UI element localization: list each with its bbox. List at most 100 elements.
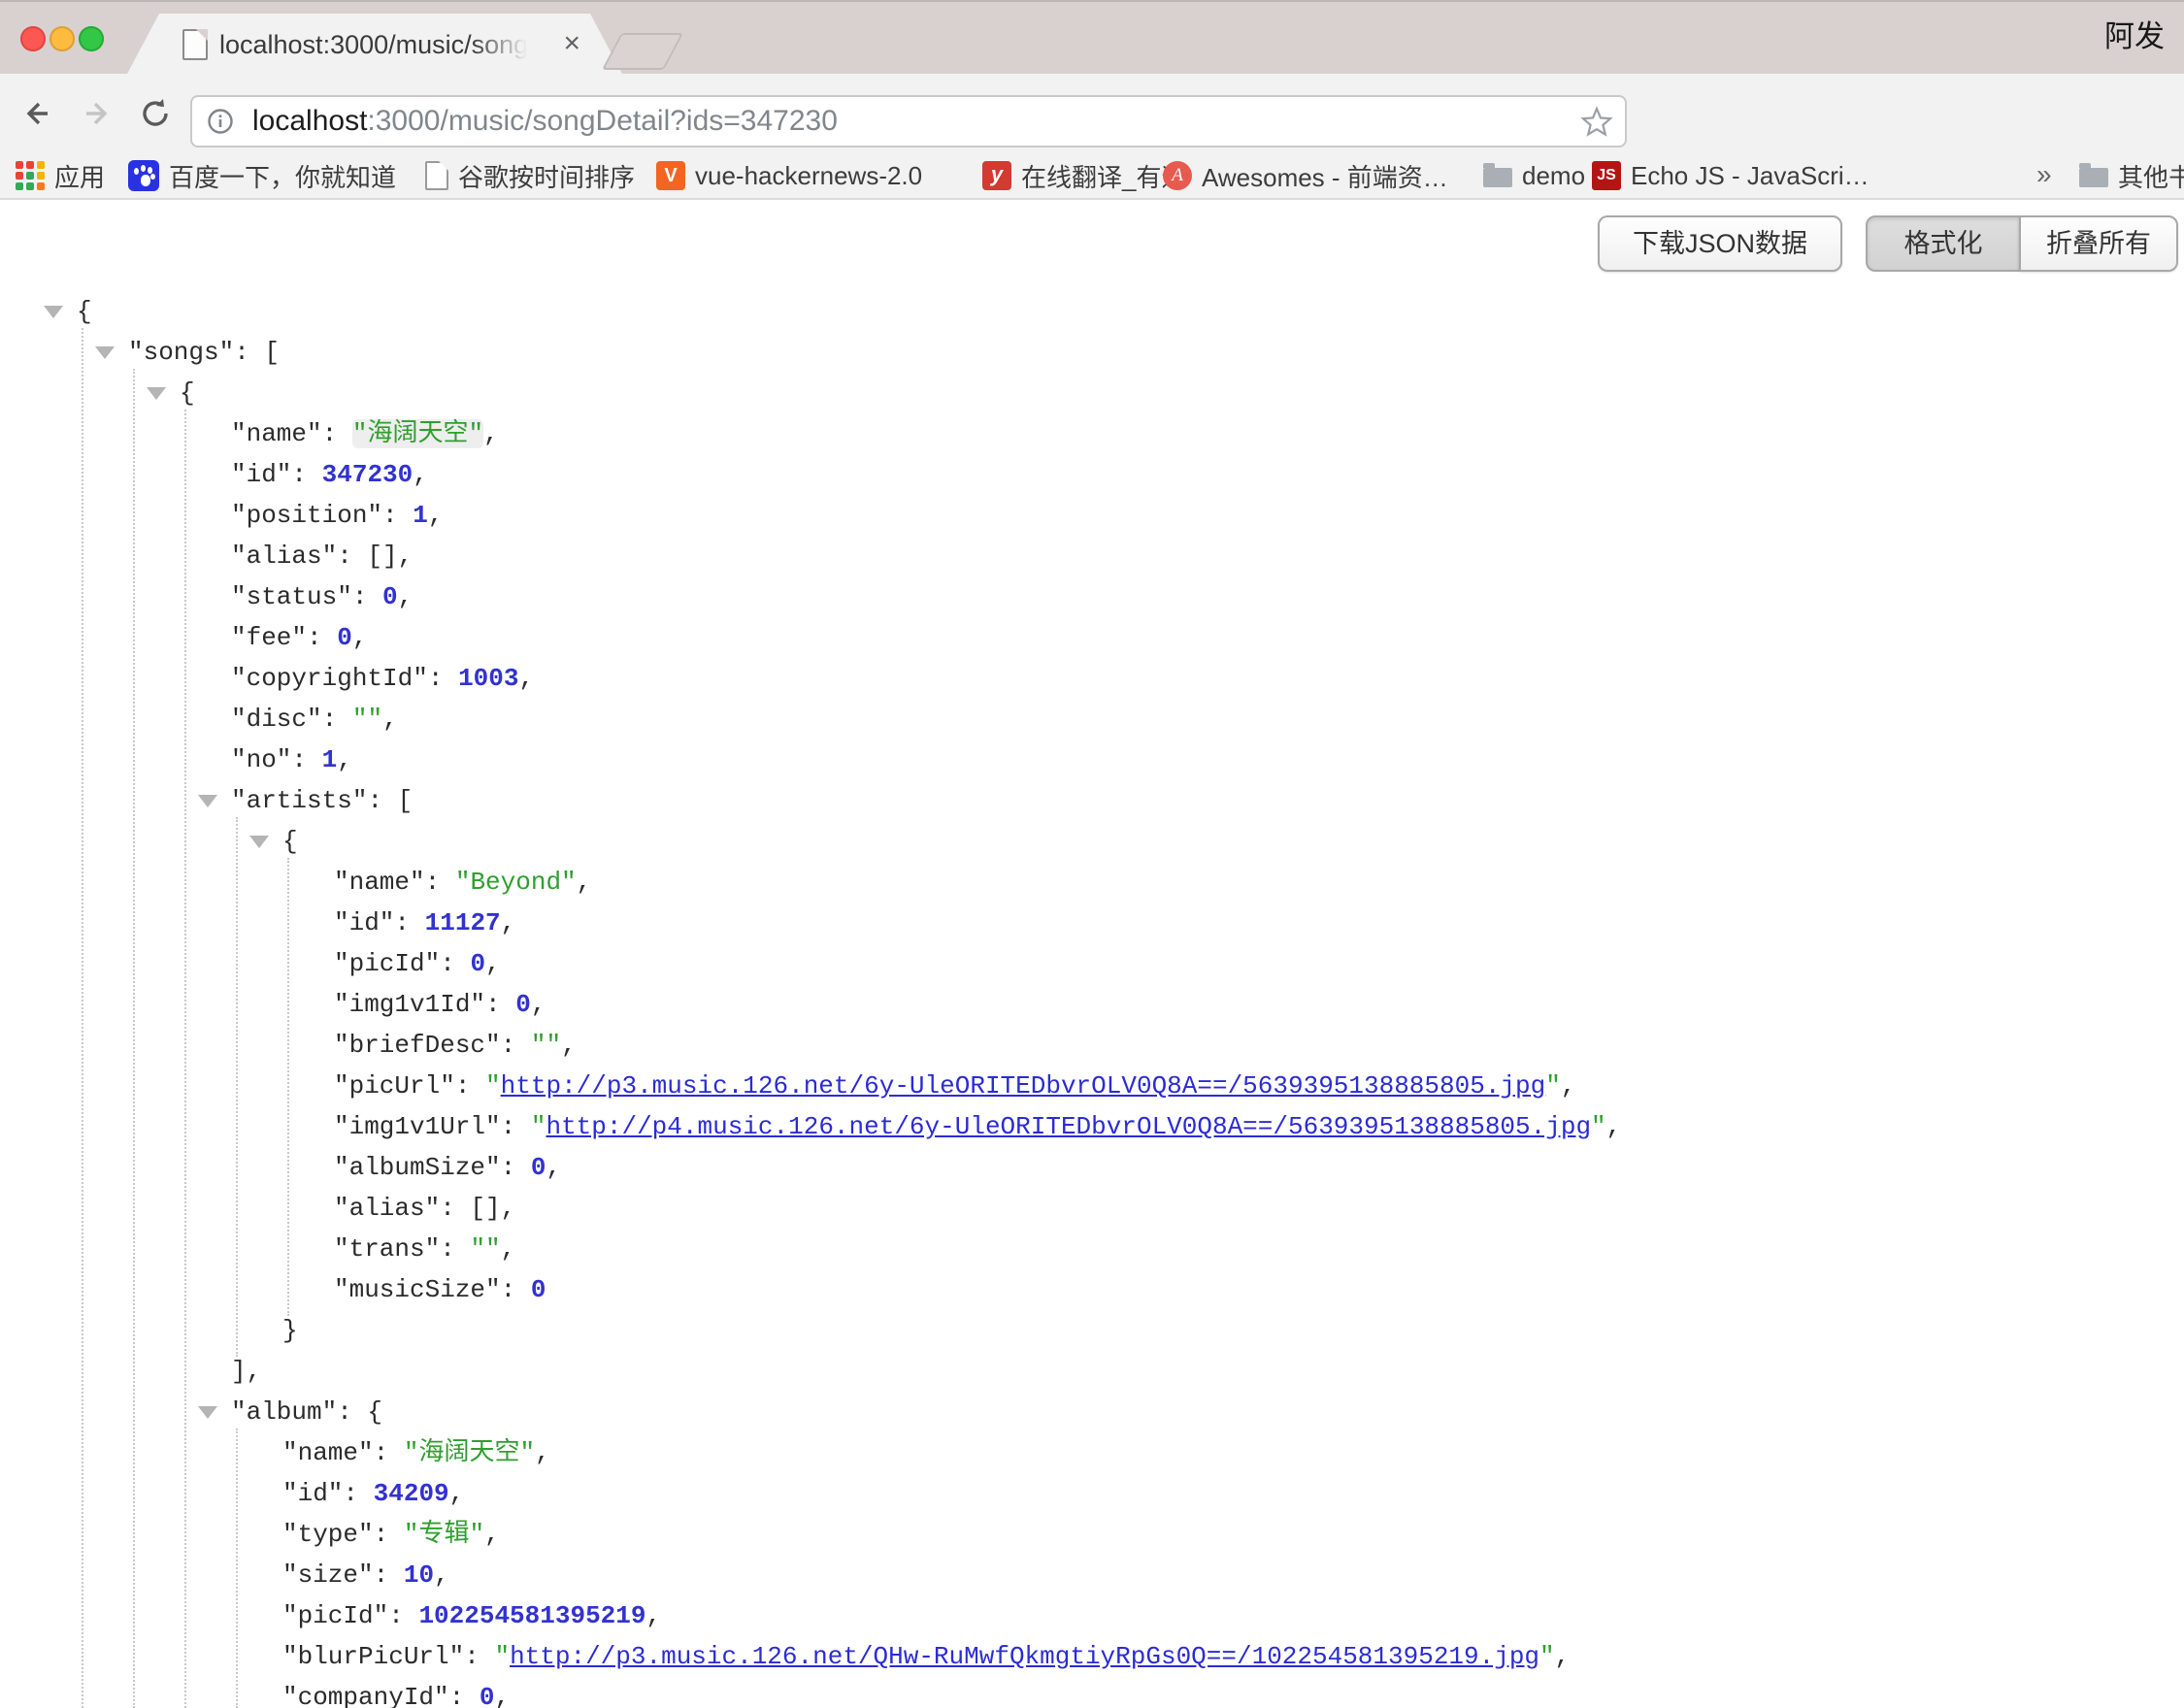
json-line: "albumSize": 0, (0, 1147, 2184, 1188)
json-url-value: "http://p3.music.126.net/QHw-RuMwfQkmgti… (494, 1642, 1554, 1671)
browser-tab[interactable]: localhost:3000/music/songDe × (126, 14, 623, 76)
bookmark-label: Echo JS - JavaScri… (1631, 161, 1870, 191)
json-punctuation: , (645, 1601, 661, 1630)
bookmark-item[interactable]: y在线翻译_有道 (982, 153, 1186, 198)
new-tab-button[interactable] (602, 33, 683, 70)
back-button[interactable] (19, 96, 54, 131)
json-key: "companyId" (282, 1683, 449, 1708)
json-key: "artists" (231, 786, 367, 815)
json-punctuation: , (561, 1031, 577, 1060)
json-punctuation: : (374, 1438, 404, 1467)
collapse-toggle-icon[interactable] (198, 795, 217, 807)
profile-name[interactable]: 阿发 (2104, 2, 2165, 76)
json-punctuation: , (501, 908, 516, 937)
view-mode-button-group: 格式化 折叠所有 (1866, 215, 2178, 272)
format-button[interactable]: 格式化 (1866, 215, 2021, 272)
json-number-value: 0 (382, 582, 398, 611)
json-key: "id" (231, 460, 291, 489)
json-punctuation: : (291, 745, 321, 774)
page-favicon-icon (182, 29, 208, 60)
json-key: "status" (231, 582, 352, 611)
json-key: "size" (282, 1560, 374, 1590)
json-punctuation: : (440, 1234, 470, 1264)
json-key: "albumSize" (334, 1153, 501, 1182)
browser-toolbar: localhost:3000/music/songDetail?ids=3472… (0, 74, 2184, 153)
json-punctuation: : (449, 1683, 480, 1708)
collapse-toggle-icon[interactable] (44, 306, 63, 318)
address-bar[interactable]: localhost:3000/music/songDetail?ids=3472… (190, 95, 1627, 148)
url-link[interactable]: http://p4.music.126.net/6y-UleORITEDbvrO… (546, 1112, 1591, 1141)
url-link[interactable]: http://p3.music.126.net/6y-UleORITEDbvrO… (501, 1071, 1546, 1100)
json-punctuation: : (291, 460, 321, 489)
json-punctuation: : (307, 623, 337, 652)
collapse-toggle-icon[interactable] (95, 346, 115, 359)
json-key: "fee" (231, 623, 307, 652)
json-line: "alias": [], (0, 1188, 2184, 1229)
json-key: "alias" (334, 1194, 440, 1223)
collapse-all-button[interactable]: 折叠所有 (2019, 215, 2178, 272)
json-key: "picUrl" (334, 1071, 455, 1100)
bookmark-item[interactable]: AAwesomes - 前端资… (1163, 153, 1448, 198)
json-line: "no": 1, (0, 739, 2184, 780)
collapse-toggle-icon[interactable] (198, 1406, 217, 1419)
json-punctuation: : (374, 1520, 404, 1549)
json-punctuation: , (428, 501, 444, 530)
json-number-value: 1 (322, 745, 338, 774)
json-key: "songs" (128, 338, 234, 367)
url-link[interactable]: http://p3.music.126.net/QHw-RuMwfQkmgtiy… (510, 1642, 1539, 1671)
json-line: "companyId": 0, (0, 1677, 2184, 1708)
close-window-button[interactable] (20, 26, 46, 51)
bookmark-item[interactable]: Vvue-hackernews-2.0 (656, 153, 922, 198)
json-punctuation: : (428, 664, 458, 693)
json-punctuation: , (352, 623, 368, 652)
indent-guide (236, 817, 238, 1357)
json-key: "disc" (231, 705, 322, 734)
reload-button[interactable] (138, 96, 173, 131)
other-bookmarks-folder[interactable]: 其他书签 (2079, 153, 2184, 198)
fullscreen-window-button[interactable] (79, 26, 104, 51)
bookmark-item[interactable]: 应用 (16, 153, 105, 198)
json-punctuation: : (501, 1031, 531, 1060)
bookmark-label: 百度一下，你就知道 (169, 158, 396, 194)
json-key: "picId" (334, 949, 440, 978)
site-info-icon[interactable] (206, 107, 235, 136)
json-line: { (0, 821, 2184, 862)
json-string-value: "专辑" (404, 1520, 484, 1549)
json-line: "id": 11127, (0, 903, 2184, 943)
minimize-window-button[interactable] (50, 26, 75, 51)
bookmark-label: vue-hackernews-2.0 (695, 161, 922, 191)
json-key: "img1v1Id" (334, 990, 485, 1019)
bookmark-item[interactable]: demo (1483, 153, 1585, 198)
json-line: "artists": [ (0, 780, 2184, 821)
json-punctuation: : (501, 1112, 531, 1141)
bookmarks-overflow-chevron[interactable]: » (2036, 153, 2052, 198)
json-punctuation: , (494, 1683, 510, 1708)
download-json-button[interactable]: 下载JSON数据 (1598, 215, 1842, 272)
json-punctuation: ], (231, 1357, 261, 1386)
json-punctuation: , (518, 664, 534, 693)
json-key: "id" (282, 1479, 343, 1508)
json-punctuation: : (322, 705, 352, 734)
url-text[interactable]: localhost:3000/music/songDetail?ids=3472… (252, 97, 838, 146)
json-line: { (0, 373, 2184, 413)
json-punctuation: , (484, 1520, 500, 1549)
collapse-toggle-icon[interactable] (249, 836, 269, 848)
json-key: "type" (282, 1520, 374, 1549)
json-punctuation: { (77, 297, 92, 326)
bookmark-item[interactable]: 谷歌按时间排序 (425, 153, 635, 198)
indent-guide (287, 858, 289, 1316)
json-number-value: 0 (531, 1275, 546, 1304)
bookmark-star-icon[interactable] (1580, 105, 1613, 138)
json-line: "copyrightId": 1003, (0, 658, 2184, 699)
json-punctuation: , (1606, 1112, 1622, 1141)
collapse-toggle-icon[interactable] (147, 387, 166, 400)
tab-close-icon[interactable]: × (563, 14, 580, 76)
json-line: "img1v1Id": 0, (0, 984, 2184, 1025)
json-key: "id" (334, 908, 394, 937)
json-punctuation: : (374, 1560, 404, 1590)
bookmark-item[interactable]: JSEcho JS - JavaScri… (1592, 153, 1870, 198)
json-url-value: "http://p4.music.126.net/6y-UleORITEDbvr… (531, 1112, 1606, 1141)
forward-button[interactable] (80, 96, 115, 131)
bookmark-item[interactable]: 百度一下，你就知道 (128, 153, 396, 198)
json-key: "name" (231, 419, 322, 448)
